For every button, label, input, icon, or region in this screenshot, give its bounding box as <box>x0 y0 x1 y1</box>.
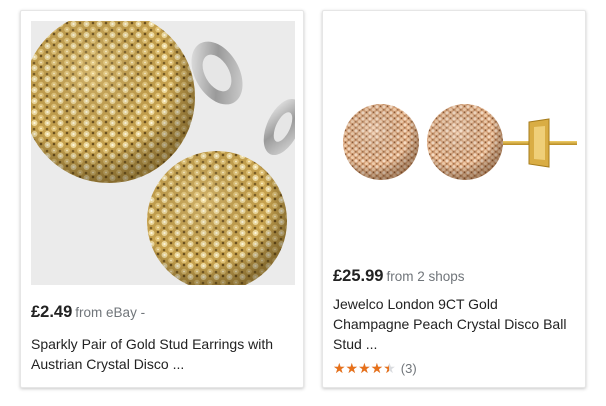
product-price: £2.49 <box>31 303 73 321</box>
star-rating-icon: ★★★★★ ★★★★★ <box>333 360 396 376</box>
price-line: £2.49 from eBay - <box>31 303 145 322</box>
product-price: £25.99 <box>333 267 384 285</box>
price-line: £25.99 from 2 shops <box>333 267 465 286</box>
product-card[interactable]: £25.99 from 2 shops Jewelco London 9CT Go… <box>322 10 586 388</box>
review-count: (3) <box>400 360 417 376</box>
product-source: from eBay - <box>75 305 146 320</box>
product-source: from 2 shops <box>386 269 465 284</box>
star-rating-filled: ★★★★★ <box>333 360 389 376</box>
product-image[interactable] <box>31 21 295 285</box>
product-card[interactable]: £2.49 from eBay - Sparkly Pair of Gold St… <box>20 10 304 388</box>
product-title[interactable]: Jewelco London 9CT Gold Champagne Peach … <box>333 294 573 354</box>
product-rating[interactable]: ★★★★★ ★★★★★ (3) <box>333 360 417 376</box>
product-image[interactable] <box>333 21 577 265</box>
product-title[interactable]: Sparkly Pair of Gold Stud Earrings with … <box>31 334 293 374</box>
